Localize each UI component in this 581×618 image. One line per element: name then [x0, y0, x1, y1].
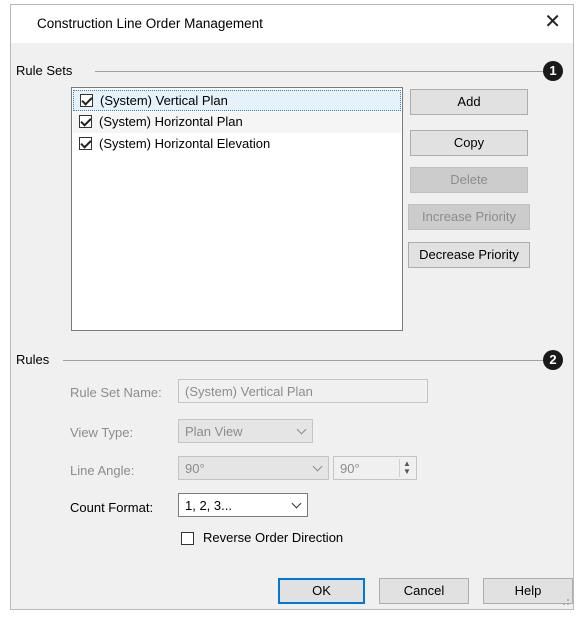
- list-item-label: (System) Horizontal Elevation: [99, 136, 271, 151]
- rule-sets-group-label: Rule Sets: [16, 63, 73, 78]
- reverse-order-checkbox[interactable]: [181, 532, 194, 545]
- dialog-title: Construction Line Order Management: [37, 16, 263, 31]
- delete-button[interactable]: Delete: [410, 167, 528, 193]
- checkbox-vertical-plan[interactable]: [80, 94, 93, 107]
- list-item[interactable]: (System) Vertical Plan: [73, 90, 401, 111]
- list-item[interactable]: (System) Horizontal Plan: [73, 112, 401, 133]
- title-bar: Construction Line Order Management ✕: [11, 5, 573, 43]
- resize-grip-icon[interactable]: [560, 596, 570, 606]
- view-type-label: View Type:: [70, 425, 134, 440]
- close-icon[interactable]: ✕: [544, 11, 561, 33]
- reverse-order-label: Reverse Order Direction: [203, 530, 344, 545]
- rule-sets-divider: [95, 71, 543, 72]
- increase-priority-button[interactable]: Increase Priority: [408, 204, 530, 230]
- spinner-arrows-icon[interactable]: ▲ ▼: [402, 460, 412, 476]
- view-type-select[interactable]: Plan View: [178, 419, 313, 443]
- ok-button[interactable]: OK: [278, 578, 365, 604]
- checkbox-horizontal-elevation[interactable]: [79, 137, 92, 150]
- callout-badge-1: 1: [543, 61, 563, 81]
- construction-line-order-dialog: Construction Line Order Management ✕ Rul…: [10, 4, 574, 610]
- chevron-down-icon: [291, 498, 302, 509]
- copy-button[interactable]: Copy: [410, 130, 528, 156]
- rules-group-label: Rules: [16, 352, 50, 367]
- add-button[interactable]: Add: [410, 89, 528, 115]
- chevron-down-icon: [296, 424, 307, 435]
- cancel-button[interactable]: Cancel: [379, 578, 469, 604]
- checkbox-horizontal-plan[interactable]: [79, 115, 92, 128]
- list-item-label: (System) Vertical Plan: [100, 93, 228, 108]
- line-angle-spinner[interactable]: 90° ▲ ▼: [333, 456, 417, 480]
- line-angle-select[interactable]: 90°: [178, 456, 329, 480]
- callout-badge-2: 2: [543, 350, 563, 370]
- rule-sets-list[interactable]: (System) Vertical Plan (System) Horizont…: [71, 87, 403, 331]
- rule-set-name-label: Rule Set Name:: [70, 385, 162, 400]
- count-format-value: 1, 2, 3...: [185, 498, 232, 513]
- chevron-down-icon: [312, 461, 323, 472]
- list-item-label: (System) Horizontal Plan: [99, 114, 243, 129]
- rule-set-name-field[interactable]: (System) Vertical Plan: [178, 379, 428, 403]
- count-format-select[interactable]: 1, 2, 3...: [178, 493, 308, 517]
- line-angle-label: Line Angle:: [70, 463, 135, 478]
- spinner-divider: [399, 459, 400, 477]
- decrease-priority-button[interactable]: Decrease Priority: [408, 242, 530, 268]
- line-angle-spin-value: 90°: [340, 461, 360, 476]
- rules-divider: [63, 360, 543, 361]
- list-item[interactable]: (System) Horizontal Elevation: [73, 134, 401, 155]
- view-type-value: Plan View: [185, 424, 243, 439]
- count-format-label: Count Format:: [70, 500, 154, 515]
- line-angle-value: 90°: [185, 461, 205, 476]
